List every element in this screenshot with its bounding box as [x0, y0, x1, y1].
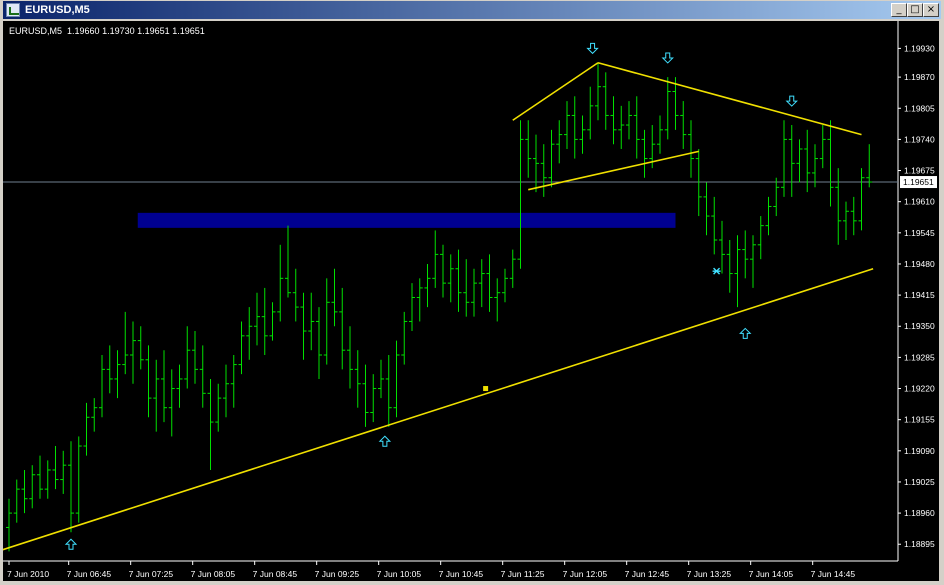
price-tick-label: 1.19220 [904, 384, 935, 394]
chart-window-icon[interactable] [6, 3, 20, 17]
minimize-button[interactable]: _ [891, 3, 907, 17]
price-tick-label: 1.19480 [904, 259, 935, 269]
time-tick-label: 7 Jun 13:25 [687, 569, 732, 579]
close-button[interactable]: × [923, 3, 939, 17]
price-tick-label: 1.19545 [904, 228, 935, 238]
header-open: 1.19660 [67, 26, 100, 36]
time-tick-label: 7 Jun 06:45 [67, 569, 112, 579]
window-title: EURUSD,M5 [25, 4, 90, 16]
price-tick-label: 1.19740 [904, 134, 935, 144]
time-tick-label: 7 Jun 09:25 [315, 569, 360, 579]
price-tick-label: 1.18895 [904, 539, 935, 549]
price-tick-label: 1.19155 [904, 415, 935, 425]
time-tick-label: 7 Jun 10:05 [377, 569, 422, 579]
support-resistance-zone [137, 212, 676, 228]
header-low: 1.19651 [137, 26, 170, 36]
price-tick-label: 1.19090 [904, 446, 935, 456]
time-tick-label: 7 Jun 14:45 [811, 569, 856, 579]
title-bar[interactable]: EURUSD,M5 _ □ × [3, 1, 941, 19]
price-tick-label: 1.19805 [904, 103, 935, 113]
chart-window: EURUSD,M5 _ □ × 1.19930 1.19870 1.19805 1.1… [0, 0, 944, 585]
time-tick-label: 7 Jun 08:45 [253, 569, 298, 579]
price-tick-label: 1.19675 [904, 166, 935, 176]
time-tick-label: 7 Jun 14:05 [749, 569, 794, 579]
chart-area[interactable]: 1.19930 1.19870 1.19805 1.19740 1.19675 1.196… [3, 21, 939, 581]
price-tick-label: 1.19930 [904, 43, 935, 53]
time-tick-label: 7 Jun 12:05 [563, 569, 608, 579]
header-close: 1.19651 [172, 26, 205, 36]
price-tick-label: 1.19350 [904, 321, 935, 331]
time-tick-label: 7 Jun 2010 [7, 569, 49, 579]
current-price-label: 1.19651 [903, 177, 934, 187]
time-tick-label: 7 Jun 07:25 [129, 569, 174, 579]
header-symbol: EURUSD,M5 [9, 26, 63, 36]
time-tick-label: 7 Jun 08:05 [191, 569, 236, 579]
chart-header: EURUSD,M5 1.19660 1.19730 1.19651 1.1965… [9, 26, 205, 36]
time-tick-label: 7 Jun 12:45 [625, 569, 670, 579]
header-high: 1.19730 [102, 26, 135, 36]
price-chart-svg[interactable]: 1.199301.198701.198051.197401.196751.196… [3, 21, 939, 581]
plot-background [3, 21, 939, 581]
time-tick-label: 7 Jun 10:45 [439, 569, 484, 579]
price-tick-label: 1.19415 [904, 290, 935, 300]
price-tick-label: 1.19285 [904, 352, 935, 362]
price-tick-label: 1.18960 [904, 508, 935, 518]
price-tick-label: 1.19610 [904, 197, 935, 207]
anchor-point-marker [483, 386, 489, 392]
price-tick-label: 1.19870 [904, 72, 935, 82]
time-tick-label: 7 Jun 11:25 [501, 569, 545, 579]
price-tick-label: 1.19025 [904, 477, 935, 487]
maximize-button[interactable]: □ [907, 3, 923, 17]
